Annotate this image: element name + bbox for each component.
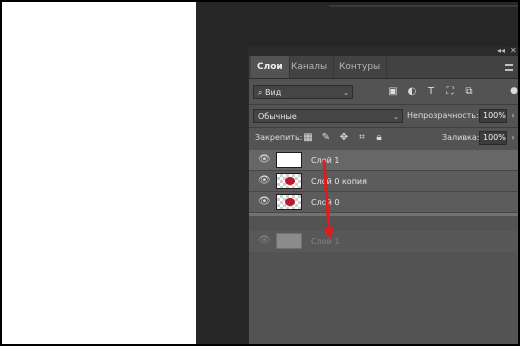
annotation-arrow <box>322 159 334 240</box>
screenshot-frame: ◂◂ ✕ Слои Каналы Контуры ⌕ Вид ⌄ ▣ ◐ T ⛶… <box>0 0 520 346</box>
arrow-head <box>324 227 334 240</box>
arrow-shaft <box>322 159 331 231</box>
